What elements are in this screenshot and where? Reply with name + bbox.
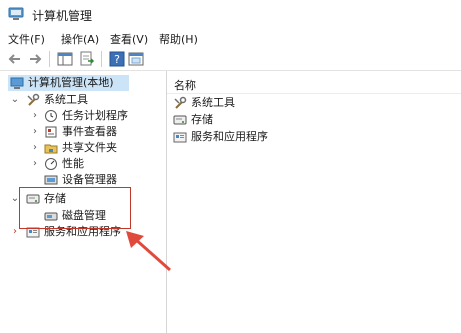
tree-item-label: 事件查看器 xyxy=(62,125,117,138)
menu-bar: 文件(F) 操作(A) 查看(V) 帮助(H) xyxy=(0,28,461,48)
help-icon[interactable]: ? xyxy=(108,50,126,68)
tree-item-system-tools[interactable]: ⌄ 系统工具 xyxy=(10,92,160,108)
chevron-right-icon[interactable]: › xyxy=(30,108,40,124)
list-item-label: 存储 xyxy=(191,113,213,126)
toolbar: ? xyxy=(0,48,461,70)
menu-view[interactable]: 查看(V) xyxy=(110,31,148,47)
tools-icon xyxy=(173,96,187,110)
tree-item-label: 设备管理器 xyxy=(62,173,117,186)
performance-icon xyxy=(44,157,58,171)
tree-item-event-viewer[interactable]: › 事件查看器 xyxy=(30,124,165,140)
tree-item-label: 性能 xyxy=(62,157,84,170)
list-item-label: 系统工具 xyxy=(191,96,235,109)
device-manager-icon xyxy=(44,173,58,187)
list-item-system-tools[interactable]: 系统工具 xyxy=(173,95,293,111)
menu-action[interactable]: 操作(A) xyxy=(61,31,99,47)
event-viewer-icon xyxy=(44,125,58,139)
annotation-arrow-icon xyxy=(118,226,178,279)
chevron-right-icon[interactable]: › xyxy=(30,156,40,172)
toolbar-separator xyxy=(49,51,50,67)
list-item-label: 服务和应用程序 xyxy=(191,130,268,143)
tree-item-label: 任务计划程序 xyxy=(62,109,128,122)
services-icon xyxy=(173,130,187,144)
window-title: 计算机管理 xyxy=(32,9,93,23)
list-item-storage[interactable]: 存储 xyxy=(173,112,293,128)
computer-management-icon xyxy=(10,76,24,90)
clock-icon xyxy=(44,109,58,123)
title-bar: 计算机管理 xyxy=(0,0,461,28)
svg-text:?: ? xyxy=(114,53,120,66)
back-arrow-icon[interactable] xyxy=(6,50,24,68)
column-header-name[interactable]: 名称 xyxy=(174,77,196,93)
tree-item-device-manager[interactable]: 设备管理器 xyxy=(44,172,164,188)
tree-item-task-scheduler[interactable]: › 任务计划程序 xyxy=(30,108,165,124)
show-hide-tree-icon[interactable] xyxy=(56,50,74,68)
list-item-services-applications[interactable]: 服务和应用程序 xyxy=(173,129,313,145)
storage-icon xyxy=(173,113,187,127)
menu-file[interactable]: 文件(F) xyxy=(8,31,45,47)
properties-icon[interactable] xyxy=(127,50,145,68)
forward-arrow-icon[interactable] xyxy=(26,50,44,68)
chevron-right-icon[interactable]: › xyxy=(30,140,40,156)
tree-item-label: 系统工具 xyxy=(44,93,88,106)
menu-help[interactable]: 帮助(H) xyxy=(159,31,198,47)
tree-item-label: 计算机管理(本地) xyxy=(28,76,114,89)
details-pane: 名称 系统工具 存储 服务和应用程序 xyxy=(167,71,461,333)
shared-folder-icon xyxy=(44,141,58,155)
chevron-right-icon[interactable]: › xyxy=(30,124,40,140)
column-header-divider xyxy=(167,93,461,94)
tools-icon xyxy=(26,93,40,107)
chevron-down-icon[interactable]: ⌄ xyxy=(10,92,20,108)
annotation-highlight-box xyxy=(19,187,131,229)
tree-item-label: 共享文件夹 xyxy=(62,141,117,154)
tree-item-performance[interactable]: › 性能 xyxy=(30,156,165,172)
export-list-icon[interactable] xyxy=(78,50,96,68)
tree-item-shared-folders[interactable]: › 共享文件夹 xyxy=(30,140,165,156)
tree-item-computer-management[interactable]: 计算机管理(本地) xyxy=(8,75,129,91)
toolbar-separator xyxy=(101,51,102,67)
computer-management-icon xyxy=(8,7,24,24)
